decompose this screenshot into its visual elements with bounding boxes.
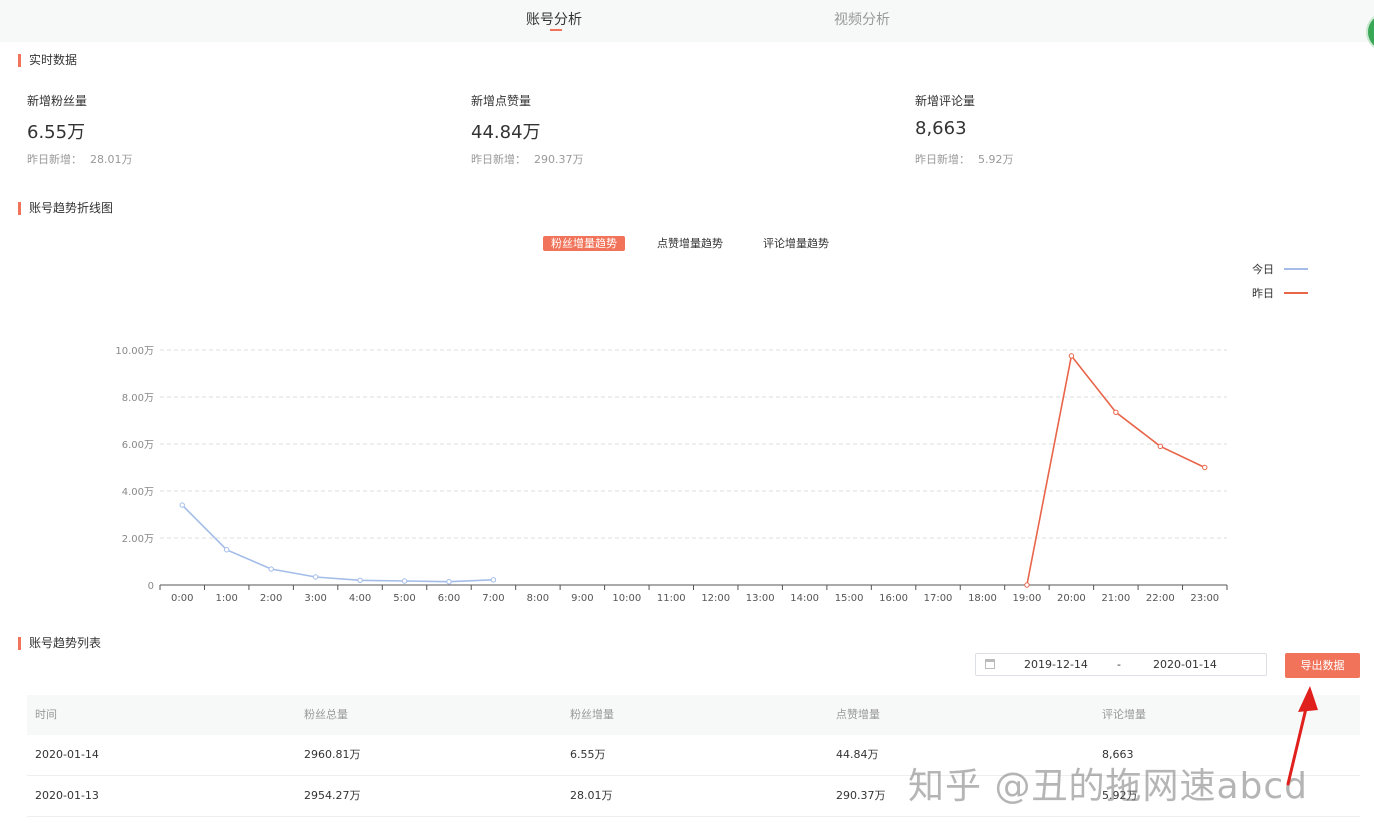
new-fans-label: 新增粉丝量 [27, 94, 88, 108]
legend-today-swatch [1284, 268, 1308, 270]
cell-time: 2020-01-13 [35, 789, 99, 802]
data-point-yesterday [1202, 464, 1208, 471]
cell-time: 2020-01-14 [35, 748, 99, 761]
x-tick-label: 19:00 [1013, 593, 1042, 604]
new-comments-label: 新增评论量 [915, 94, 976, 108]
x-tick-label: 4:00 [349, 593, 371, 604]
x-tick-label: 9:00 [571, 593, 593, 604]
date-start[interactable]: 2019-12-14 [1024, 658, 1088, 671]
new-fans-value: 6.55万 [27, 122, 86, 143]
col-likes-increase: 点赞增量 [836, 708, 880, 721]
new-fans-yesterday: 昨日新增： 28.01万 [27, 151, 133, 167]
x-tick-label: 3:00 [304, 593, 326, 604]
y-tick-label: 6.00万 [122, 440, 154, 451]
calendar-icon [985, 659, 995, 669]
x-tick-label: 21:00 [1101, 593, 1130, 604]
new-likes-label: 新增点赞量 [471, 94, 532, 108]
new-comments-value: 8,663 [915, 118, 967, 139]
legend-yesterday[interactable]: 昨日 [1252, 285, 1274, 301]
fans-trend-line-chart: 0 2.00万 4.00万 6.00万 8.00万 10.00万 0:00 1:00 2:00 3… [115, 346, 1228, 604]
x-tick-label: 23:00 [1190, 593, 1219, 604]
tab-video-analysis[interactable]: 视频分析 [834, 9, 890, 29]
trend-chart-section-title: 账号趋势折线图 [18, 202, 113, 215]
new-likes-value: 44.84万 [471, 122, 541, 143]
data-point-today [223, 547, 230, 553]
x-tick-label: 17:00 [924, 593, 953, 604]
x-tick-label: 18:00 [968, 593, 997, 604]
yesterday-value: 5.92万 [978, 153, 1014, 166]
data-point-yesterday [1024, 582, 1030, 588]
watermark-text: 知乎 @丑的拖网速abcd [908, 766, 1309, 807]
col-time: 时间 [35, 708, 57, 721]
tab-comments-trend[interactable]: 评论增量趋势 [755, 236, 837, 251]
x-tick-label: 7:00 [482, 593, 504, 604]
x-tick-label: 1:00 [215, 593, 237, 604]
x-tick-label: 22:00 [1146, 593, 1175, 604]
cell-fans-total: 2954.27万 [304, 789, 361, 802]
x-tick-label: 10:00 [612, 593, 641, 604]
cell-fans-total: 2960.81万 [304, 748, 361, 761]
col-fans-increase: 粉丝增量 [570, 708, 614, 721]
x-tick-label: 13:00 [746, 593, 775, 604]
tab-likes-trend[interactable]: 点赞增量趋势 [649, 236, 731, 251]
y-tick-label: 10.00万 [115, 346, 154, 357]
data-point-yesterday [1157, 443, 1164, 450]
cell-fans-increase: 28.01万 [570, 789, 613, 802]
table-header: 时间 粉丝总量 粉丝增量 点赞增量 评论增量 [27, 695, 1360, 735]
cell-likes-increase: 44.84万 [836, 748, 879, 761]
data-point-today [357, 577, 363, 584]
col-fans-total: 粉丝总量 [304, 708, 348, 721]
legend-today[interactable]: 今日 [1252, 261, 1274, 277]
y-tick-label: 8.00万 [122, 393, 154, 404]
date-separator: - [1117, 658, 1121, 671]
cell-fans-increase: 6.55万 [570, 748, 606, 761]
cell-likes-increase: 290.37万 [836, 789, 886, 802]
yesterday-label: 昨日新增： [27, 153, 82, 166]
top-tab-bar: 账号分析 视频分析 [0, 0, 1374, 42]
x-tick-label: 12:00 [701, 593, 730, 604]
yesterday-value: 28.01万 [90, 153, 133, 166]
export-data-button[interactable]: 导出数据 [1285, 653, 1360, 678]
trend-list-section-title: 账号趋势列表 [18, 637, 101, 650]
new-likes-yesterday: 昨日新增： 290.37万 [471, 151, 584, 167]
series-line-yesterday [1026, 354, 1206, 586]
series-line-today [181, 504, 494, 583]
x-tick-label: 5:00 [393, 593, 415, 604]
x-tick-label: 11:00 [657, 593, 686, 604]
data-point-yesterday [1113, 409, 1119, 415]
x-tick-label: 6:00 [438, 593, 460, 604]
x-tick-label: 8:00 [527, 593, 549, 604]
date-range-picker[interactable]: 2019-12-14 - 2020-01-14 [975, 653, 1267, 676]
data-point-today [268, 566, 274, 572]
x-tick-label: 2:00 [260, 593, 282, 604]
yesterday-value: 290.37万 [534, 153, 584, 166]
yesterday-label: 昨日新增： [915, 153, 970, 166]
tab-fans-trend[interactable]: 粉丝增量趋势 [543, 236, 625, 251]
x-tick-label: 16:00 [879, 593, 908, 604]
new-comments-yesterday: 昨日新增： 5.92万 [915, 151, 1014, 167]
y-tick-label: 4.00万 [122, 487, 154, 498]
active-tab-indicator [550, 29, 562, 31]
y-tick-label: 2.00万 [122, 534, 154, 545]
realtime-section-title: 实时数据 [18, 54, 77, 67]
y-tick-label: 0 [148, 581, 154, 592]
data-point-today [401, 578, 408, 584]
x-tick-label: 15:00 [835, 593, 864, 604]
data-point-today [312, 574, 319, 580]
col-comments-increase: 评论增量 [1102, 708, 1146, 721]
x-tick-label: 14:00 [790, 593, 819, 604]
x-tick-label: 0:00 [171, 593, 193, 604]
x-tick-label: 20:00 [1057, 593, 1086, 604]
yesterday-label: 昨日新增： [471, 153, 526, 166]
red-arrow-annotation-icon [1286, 686, 1318, 786]
date-end[interactable]: 2020-01-14 [1153, 658, 1217, 671]
tab-account-analysis[interactable]: 账号分析 [526, 9, 582, 29]
data-point-today [490, 577, 497, 583]
data-point-yesterday [1068, 353, 1075, 359]
legend-yesterday-swatch [1284, 292, 1308, 294]
data-point-today [179, 502, 185, 508]
data-point-today [446, 579, 452, 585]
